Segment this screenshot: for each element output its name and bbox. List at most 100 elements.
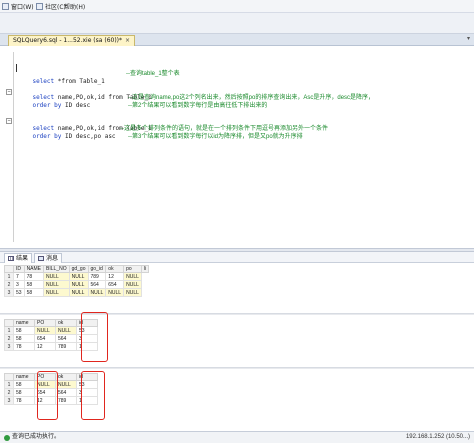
table-cell[interactable]: 58 <box>13 388 35 397</box>
window-icon <box>2 3 9 10</box>
highlight-box <box>81 312 108 362</box>
column-header[interactable]: ok <box>55 319 77 327</box>
grid-corner <box>4 319 14 327</box>
column-header[interactable]: PO <box>34 319 56 327</box>
table-cell[interactable]: 7 <box>13 272 25 281</box>
grid-corner <box>4 373 14 381</box>
table-cell[interactable]: 78 <box>23 272 45 281</box>
table-row[interactable]: 3 53 58 NULL NULL NULL NULL NULL <box>4 288 149 297</box>
table-cell[interactable]: 58 <box>13 326 35 335</box>
table-cell[interactable]: NULL <box>123 272 142 281</box>
community-icon <box>36 3 43 10</box>
comment: --这是多个排列条件的语句，就是在一个排列条件下用逗号再添加另外一个条件 <box>120 126 328 132</box>
column-header[interactable]: name <box>13 373 35 381</box>
tab-title: SQLQuery6.sql - 1...52.xie (sa (60))* <box>13 37 123 44</box>
table-cell[interactable]: 78 <box>13 396 35 405</box>
highlight-box <box>81 371 105 420</box>
grid-corner <box>4 265 14 273</box>
table-cell[interactable]: 789 <box>87 272 107 281</box>
column-header[interactable]: gd_go <box>68 265 89 273</box>
tab-results[interactable]: 结果 <box>4 253 33 263</box>
row-number: 3 <box>4 288 14 297</box>
table-cell[interactable]: 564 <box>87 280 107 289</box>
column-header[interactable]: po <box>123 265 142 273</box>
row-number: 1 <box>4 380 14 389</box>
document-tab-strip: SQLQuery6.sql - 1...52.xie (sa (60))* × … <box>0 34 474 46</box>
toolbar <box>0 13 474 34</box>
grid-icon <box>8 256 14 261</box>
column-header[interactable]: name <box>13 319 35 327</box>
text-cursor <box>16 64 17 72</box>
grid-divider[interactable] <box>0 313 474 315</box>
table-cell[interactable]: 564 <box>55 334 77 343</box>
table-cell[interactable]: 564 <box>55 388 77 397</box>
table-cell[interactable]: NULL <box>34 326 56 335</box>
column-header[interactable]: BILL_NO <box>43 265 70 273</box>
column-header[interactable]: NAME <box>23 265 45 273</box>
status-bar: 查询已成功执行。 192.168.1.252 (10.50...) <box>0 431 474 443</box>
row-number: 1 <box>4 272 14 281</box>
table-cell[interactable]: NULL <box>105 288 125 297</box>
table-cell[interactable]: NULL <box>43 288 70 297</box>
table-cell[interactable]: 58 <box>13 380 35 389</box>
table-cell[interactable]: 789 <box>55 396 77 405</box>
table-cell[interactable]: 789 <box>55 342 77 351</box>
table-cell[interactable]: NULL <box>43 280 70 289</box>
table-row[interactable]: 1 7 78 NULL NULL 789 12 NULL <box>4 272 149 281</box>
column-header[interactable]: ok <box>105 265 125 273</box>
result-grid[interactable]: ID NAME BILL_NO gd_go go_id ok po li 1 7… <box>4 265 150 297</box>
grid-divider[interactable] <box>0 367 474 369</box>
table-cell[interactable]: NULL <box>55 326 77 335</box>
table-cell[interactable]: NULL <box>43 272 70 281</box>
collapse-toggle-icon[interactable]: − <box>6 118 12 124</box>
close-icon[interactable]: × <box>125 36 130 46</box>
highlight-box <box>37 371 58 420</box>
table-cell[interactable]: NULL <box>68 272 89 281</box>
table-cell[interactable]: 12 <box>34 342 56 351</box>
table-cell[interactable]: NULL <box>68 280 89 289</box>
table-cell[interactable]: 58 <box>23 280 45 289</box>
success-icon <box>4 434 10 441</box>
table-cell[interactable]: 78 <box>13 342 35 351</box>
column-header[interactable]: go_id <box>87 265 107 273</box>
table-cell[interactable]: 58 <box>23 288 45 297</box>
message-icon <box>38 256 44 261</box>
tab-messages[interactable]: 消息 <box>34 253 63 263</box>
query-editor[interactable]: − − select *from Table_1 --查询table_1整个表 … <box>0 46 474 248</box>
row-number: 1 <box>4 326 14 335</box>
table-cell[interactable]: NULL <box>87 288 107 297</box>
table-cell[interactable]: 654 <box>105 280 125 289</box>
menu-community[interactable]: 社区(C) <box>36 2 66 11</box>
column-header[interactable]: ok <box>55 373 77 381</box>
menu-help[interactable]: 帮助(H) <box>64 2 85 11</box>
table-row[interactable]: 2 3 58 NULL NULL 564 654 NULL <box>4 280 149 289</box>
menu-window[interactable]: 窗口(W) <box>2 2 34 11</box>
column-header[interactable]: li <box>140 265 150 273</box>
editor-gutter <box>4 52 14 242</box>
table-cell[interactable]: 654 <box>34 334 56 343</box>
collapse-toggle-icon[interactable]: − <box>6 89 12 95</box>
server-address: 192.168.1.252 (10.50...) <box>405 434 470 440</box>
chevron-down-icon[interactable]: ▾ <box>467 35 470 42</box>
comment: --第2个结果可以看到数字每行是由高往低下排出来的 <box>128 103 268 109</box>
table-cell[interactable]: 3 <box>13 280 25 289</box>
column-header[interactable]: ID <box>13 265 25 273</box>
code-line: order by ID desc <box>32 102 91 109</box>
table-cell[interactable]: 12 <box>105 272 125 281</box>
table-cell[interactable]: NULL <box>123 288 142 297</box>
table-cell[interactable]: 53 <box>13 288 25 297</box>
row-number: 2 <box>4 280 14 289</box>
table-cell[interactable]: NULL <box>68 288 89 297</box>
table-cell[interactable]: NULL <box>123 280 142 289</box>
row-number: 2 <box>4 388 14 397</box>
status-message: 查询已成功执行。 <box>4 432 60 443</box>
query-document-tab[interactable]: SQLQuery6.sql - 1...52.xie (sa (60))* × <box>8 35 136 46</box>
row-number: 2 <box>4 334 14 343</box>
comment: --第3个结果可以看到数字每行以id为降序排，但是又po就为升序排 <box>128 134 303 140</box>
table-cell[interactable]: NULL <box>55 380 77 389</box>
comment: --查询table_1整个表 <box>126 71 180 77</box>
menu-bar: 窗口(W) 社区(C) 帮助(H) <box>0 0 474 13</box>
code-line: order by ID desc,po asc <box>32 133 116 140</box>
comment: --这是查询name,po这2个列名出来，然后按照po的排序查询出来，Asc是升… <box>128 95 375 101</box>
table-cell[interactable]: 58 <box>13 334 35 343</box>
